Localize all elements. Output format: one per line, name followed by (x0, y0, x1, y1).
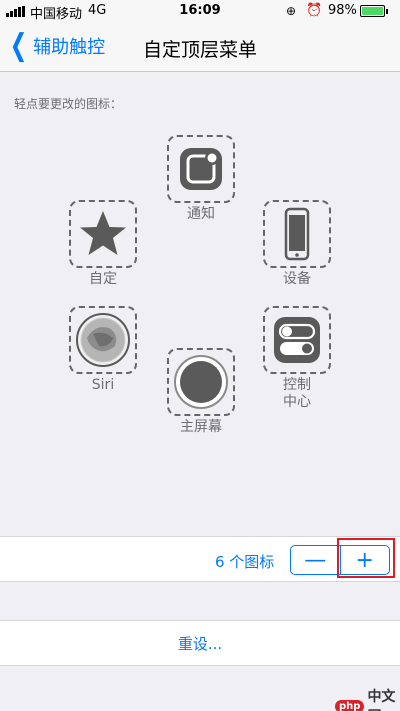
icon-slot-frame (69, 306, 137, 374)
menu-slot-device[interactable]: 设备 (262, 200, 332, 288)
slot-label-custom: 自定 (89, 271, 117, 287)
alarm-icon: ⏰ (306, 3, 323, 18)
menu-layout: 通知 自定 设备 Siri 控制 中心 主屏幕 (0, 115, 400, 535)
menu-slot-control-center[interactable]: 控制 中心 (262, 306, 332, 411)
home-button-icon (174, 355, 228, 409)
reset-label: 重设... (177, 634, 223, 653)
menu-slot-custom[interactable]: 自定 (68, 200, 138, 288)
slot-label-device: 设备 (283, 271, 311, 287)
icon-count-row: 6 个图标 — + (0, 536, 400, 582)
icon-slot-frame (167, 348, 235, 416)
decrement-button[interactable]: — (291, 546, 340, 574)
navigation-bar: ❮ 辅助触控 自定顶层菜单 (0, 22, 400, 72)
star-icon (80, 211, 126, 255)
slot-label-control-center-line1: 控制 (283, 377, 311, 393)
iphone-icon (284, 207, 310, 261)
watermark-badge: php (335, 699, 365, 711)
increment-button[interactable]: + (341, 546, 390, 574)
menu-slot-siri[interactable]: Siri (68, 306, 138, 394)
battery-icon (360, 5, 388, 17)
slot-label-notification: 通知 (187, 206, 215, 222)
watermark-text: 中文网 (367, 689, 396, 711)
page-title: 自定顶层菜单 (142, 39, 257, 61)
icon-slot-frame (263, 306, 331, 374)
siri-icon (76, 313, 130, 367)
status-bar: 中国移动 4G 16:09 ⊕ ⏰ 98% (0, 0, 400, 22)
reset-button[interactable]: 重设... (0, 620, 400, 666)
icon-slot-frame (69, 200, 137, 268)
menu-slot-home[interactable]: 主屏幕 (166, 348, 236, 436)
menu-slot-notification[interactable]: 通知 (166, 135, 236, 223)
icon-count-stepper[interactable]: — + (290, 545, 390, 575)
rotation-lock-icon: ⊕ (286, 4, 297, 18)
slot-label-home: 主屏幕 (180, 419, 222, 435)
icon-slot-frame (167, 135, 235, 203)
icon-count-label: 6 个图标 (215, 553, 275, 571)
instruction-text: 轻点要更改的图标： (14, 97, 123, 111)
slot-label-control-center-line2: 中心 (283, 394, 311, 410)
notification-icon (180, 148, 222, 190)
icon-slot-frame (263, 200, 331, 268)
toggle-icon (274, 317, 320, 363)
battery-percentage: 98% (328, 3, 357, 18)
watermark-logo: php 中文网 (335, 686, 400, 711)
slot-label-siri: Siri (91, 377, 115, 393)
